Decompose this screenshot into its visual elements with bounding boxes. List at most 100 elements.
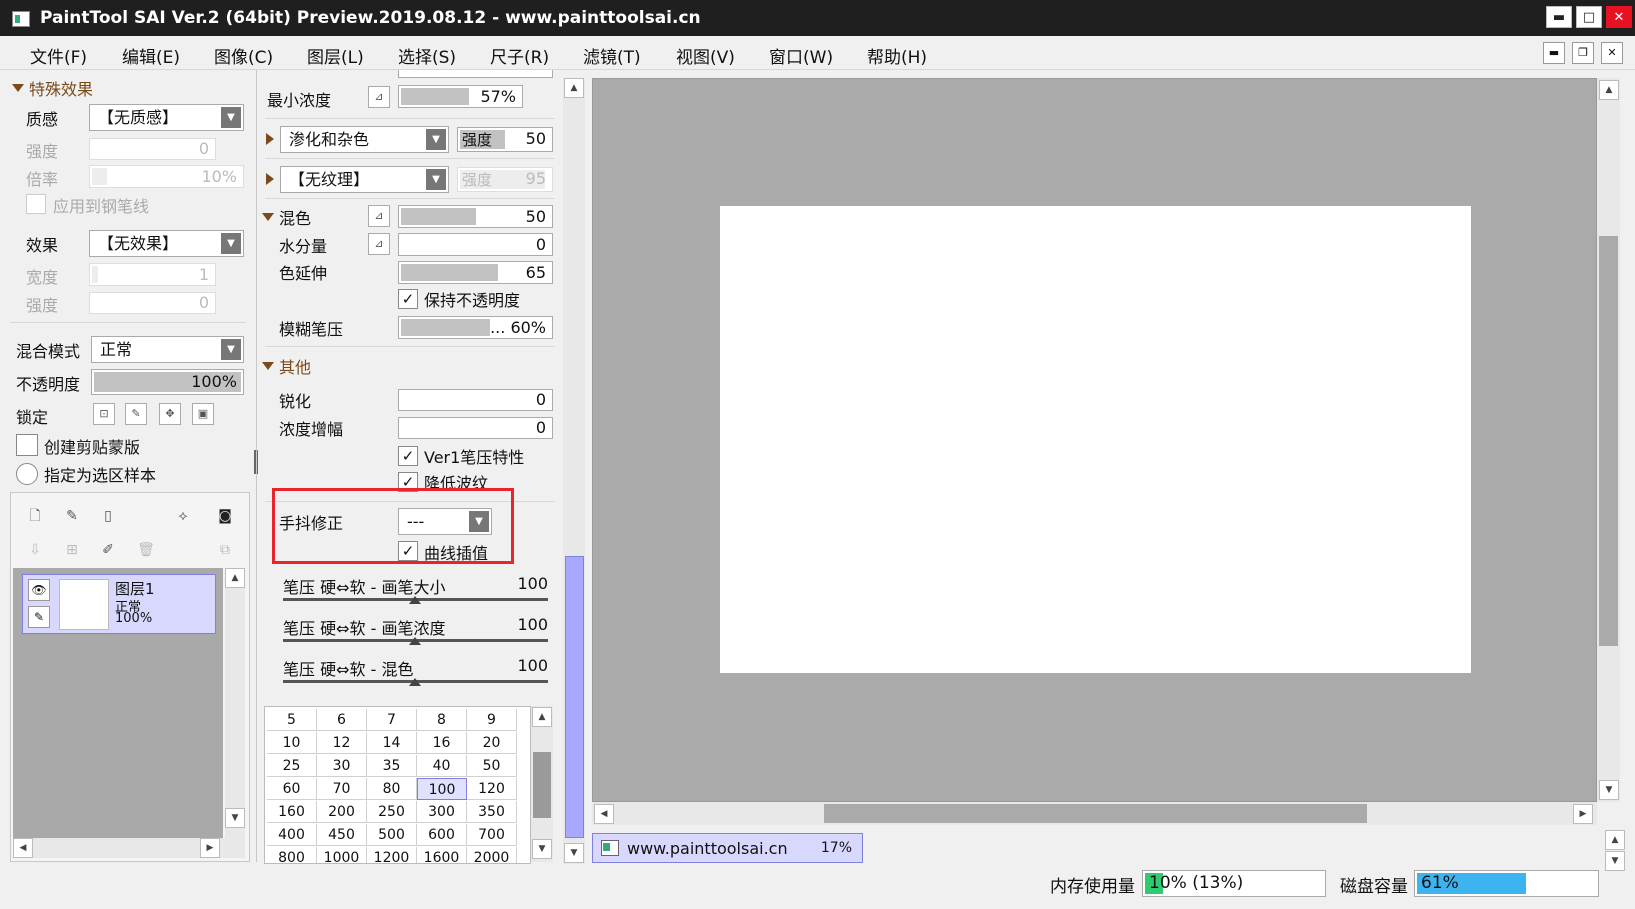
apply-pen-checkbox[interactable] <box>26 194 46 214</box>
brush-size-cell[interactable]: 700 <box>467 824 517 846</box>
brush-size-cell[interactable]: 1600 <box>417 847 467 863</box>
sharpen-input[interactable]: 0 <box>398 389 553 411</box>
scroll-right-icon[interactable]: ▶ <box>200 838 220 858</box>
merge-down-icon[interactable]: ⇩ <box>26 541 44 559</box>
lock-pen-icon[interactable]: ✎ <box>125 403 147 425</box>
scroll-up-icon[interactable]: ▲ <box>564 78 584 98</box>
brush-size-cell[interactable]: 160 <box>267 801 317 823</box>
density-boost-input[interactable]: 0 <box>398 417 553 439</box>
brush-size-cell[interactable]: 8 <box>417 709 467 731</box>
pressure-size-slider[interactable]: 笔压 硬⇔软 - 画笔大小 100 <box>283 574 548 604</box>
copy-layer-icon[interactable]: ⧉ <box>216 541 234 559</box>
brush-size-cell[interactable]: 1000 <box>317 847 367 863</box>
selection-sample-toggle[interactable] <box>16 463 38 485</box>
scroll-left-icon[interactable]: ◀ <box>13 838 33 858</box>
close-button[interactable]: ✕ <box>1606 6 1632 28</box>
scroll-up-icon[interactable]: ▲ <box>532 707 552 727</box>
scroll-right-icon[interactable]: ▶ <box>1573 804 1593 824</box>
blur-slider[interactable]: ... 60% <box>398 316 553 339</box>
brush-size-cell[interactable]: 9 <box>467 709 517 731</box>
brush-size-cell[interactable]: 1200 <box>367 847 417 863</box>
opacity-slider[interactable]: 100% <box>91 369 244 395</box>
brush-size-cell[interactable]: 12 <box>317 732 367 754</box>
pressure-icon[interactable]: ⊿ <box>368 205 390 227</box>
brush-size-cell[interactable]: 120 <box>467 778 517 800</box>
min-density-slider[interactable]: 57% <box>398 85 523 108</box>
menu-image[interactable]: 图像(C) <box>214 43 273 68</box>
brush-size-cell[interactable]: 6 <box>317 709 367 731</box>
brush-size-cell[interactable]: 5 <box>267 709 317 731</box>
clip-mask-checkbox[interactable] <box>16 434 38 456</box>
brush-size-cell[interactable]: 70 <box>317 778 367 800</box>
brush-size-cell[interactable]: 16 <box>417 732 467 754</box>
canvas-paper[interactable] <box>720 206 1471 673</box>
width-slider[interactable]: 1 <box>89 263 216 286</box>
scroll-down-icon[interactable]: ▼ <box>1599 780 1619 800</box>
bleed-strength-slider[interactable]: 强度 50 <box>457 127 553 152</box>
add-layer-icon[interactable]: ⊞ <box>63 541 81 559</box>
keep-opacity-checkbox[interactable]: ✓ <box>398 289 418 309</box>
expand-icon[interactable] <box>266 173 274 185</box>
collapse-icon[interactable] <box>262 362 274 370</box>
brush-size-cell[interactable]: 30 <box>317 755 367 777</box>
brush-size-cell[interactable]: 450 <box>317 824 367 846</box>
scroll-up-icon[interactable]: ▲ <box>1605 830 1625 850</box>
strength2-input[interactable]: 0 <box>89 292 216 314</box>
doc-close-button[interactable]: ✕ <box>1601 42 1623 64</box>
layer-item[interactable]: 👁 ✎ 图层1 正常 100% <box>22 574 216 634</box>
strength-input[interactable]: 0 <box>89 138 216 160</box>
texture-select[interactable]: 【无质感】 ▼ <box>89 104 244 131</box>
scroll-down-icon[interactable]: ▼ <box>564 843 584 863</box>
menu-file[interactable]: 文件(F) <box>30 43 87 68</box>
scroll-up-icon[interactable]: ▲ <box>225 568 245 588</box>
menu-select[interactable]: 选择(S) <box>398 43 456 68</box>
doc-minimize-button[interactable]: ▬ <box>1543 42 1565 64</box>
stretch-slider[interactable]: 65 <box>398 261 553 284</box>
slider-handle[interactable] <box>409 596 421 604</box>
water-slider[interactable]: 0 <box>398 233 553 256</box>
doc-restore-button[interactable]: ❐ <box>1572 42 1594 64</box>
brush-size-cell[interactable]: 60 <box>267 778 317 800</box>
pressure-density-slider[interactable]: 笔压 硬⇔软 - 画笔浓度 100 <box>283 615 548 645</box>
menu-edit[interactable]: 编辑(E) <box>122 43 180 68</box>
menu-filter[interactable]: 滤镜(T) <box>583 43 641 68</box>
pressure-icon[interactable]: ⊿ <box>368 86 390 108</box>
lock-all-icon[interactable]: ▣ <box>192 403 214 425</box>
maximize-button[interactable]: □ <box>1576 6 1602 28</box>
pressure-mix-slider[interactable]: 笔压 硬⇔软 - 混色 100 <box>283 656 548 686</box>
brush-size-cell[interactable]: 300 <box>417 801 467 823</box>
collapse-icon[interactable] <box>262 213 274 221</box>
scroll-left-icon[interactable]: ◀ <box>594 804 614 824</box>
scroll-down-icon[interactable]: ▼ <box>225 808 245 828</box>
menu-layer[interactable]: 图层(L) <box>307 43 364 68</box>
expand-icon[interactable] <box>266 133 274 145</box>
brush-size-cell[interactable]: 600 <box>417 824 467 846</box>
brush-size-cell[interactable]: 80 <box>367 778 417 800</box>
minimize-button[interactable]: ▬ <box>1546 6 1572 28</box>
brush-size-cell[interactable]: 40 <box>417 755 467 777</box>
menu-window[interactable]: 窗口(W) <box>769 43 833 68</box>
layer-mask-icon[interactable]: ◙ <box>216 507 234 525</box>
eye-icon[interactable]: 👁 <box>28 579 50 601</box>
scroll-up-icon[interactable]: ▲ <box>1599 80 1619 100</box>
brush-size-cell[interactable]: 250 <box>367 801 417 823</box>
brush-size-cell[interactable]: 350 <box>467 801 517 823</box>
paper-texture-select[interactable]: 【无纹理】 ▼ <box>280 166 449 193</box>
canvas-tab[interactable]: www.painttoolsai.cn 17% <box>592 833 863 863</box>
scroll-thumb[interactable] <box>533 752 551 818</box>
scroll-thumb[interactable] <box>1599 236 1618 646</box>
collapse-icon[interactable] <box>12 84 24 92</box>
brush-size-cell[interactable]: 800 <box>267 847 317 863</box>
menu-view[interactable]: 视图(V) <box>676 43 735 68</box>
brush-size-cell[interactable]: 2000 <box>467 847 517 863</box>
brush-size-cell[interactable]: 25 <box>267 755 317 777</box>
new-layer-icon[interactable]: 🗋 <box>26 507 44 525</box>
ver1-pressure-checkbox[interactable]: ✓ <box>398 446 418 466</box>
layer-filter-icon[interactable]: ⟡ <box>174 507 192 525</box>
pressure-icon[interactable]: ⊿ <box>368 233 390 255</box>
new-folder-icon[interactable]: ▯ <box>99 507 117 525</box>
scroll-down-icon[interactable]: ▼ <box>532 839 552 859</box>
brush-size-cell[interactable]: 50 <box>467 755 517 777</box>
brush-size-cell[interactable]: 400 <box>267 824 317 846</box>
brush-size-cell[interactable]: 100 <box>417 778 467 800</box>
